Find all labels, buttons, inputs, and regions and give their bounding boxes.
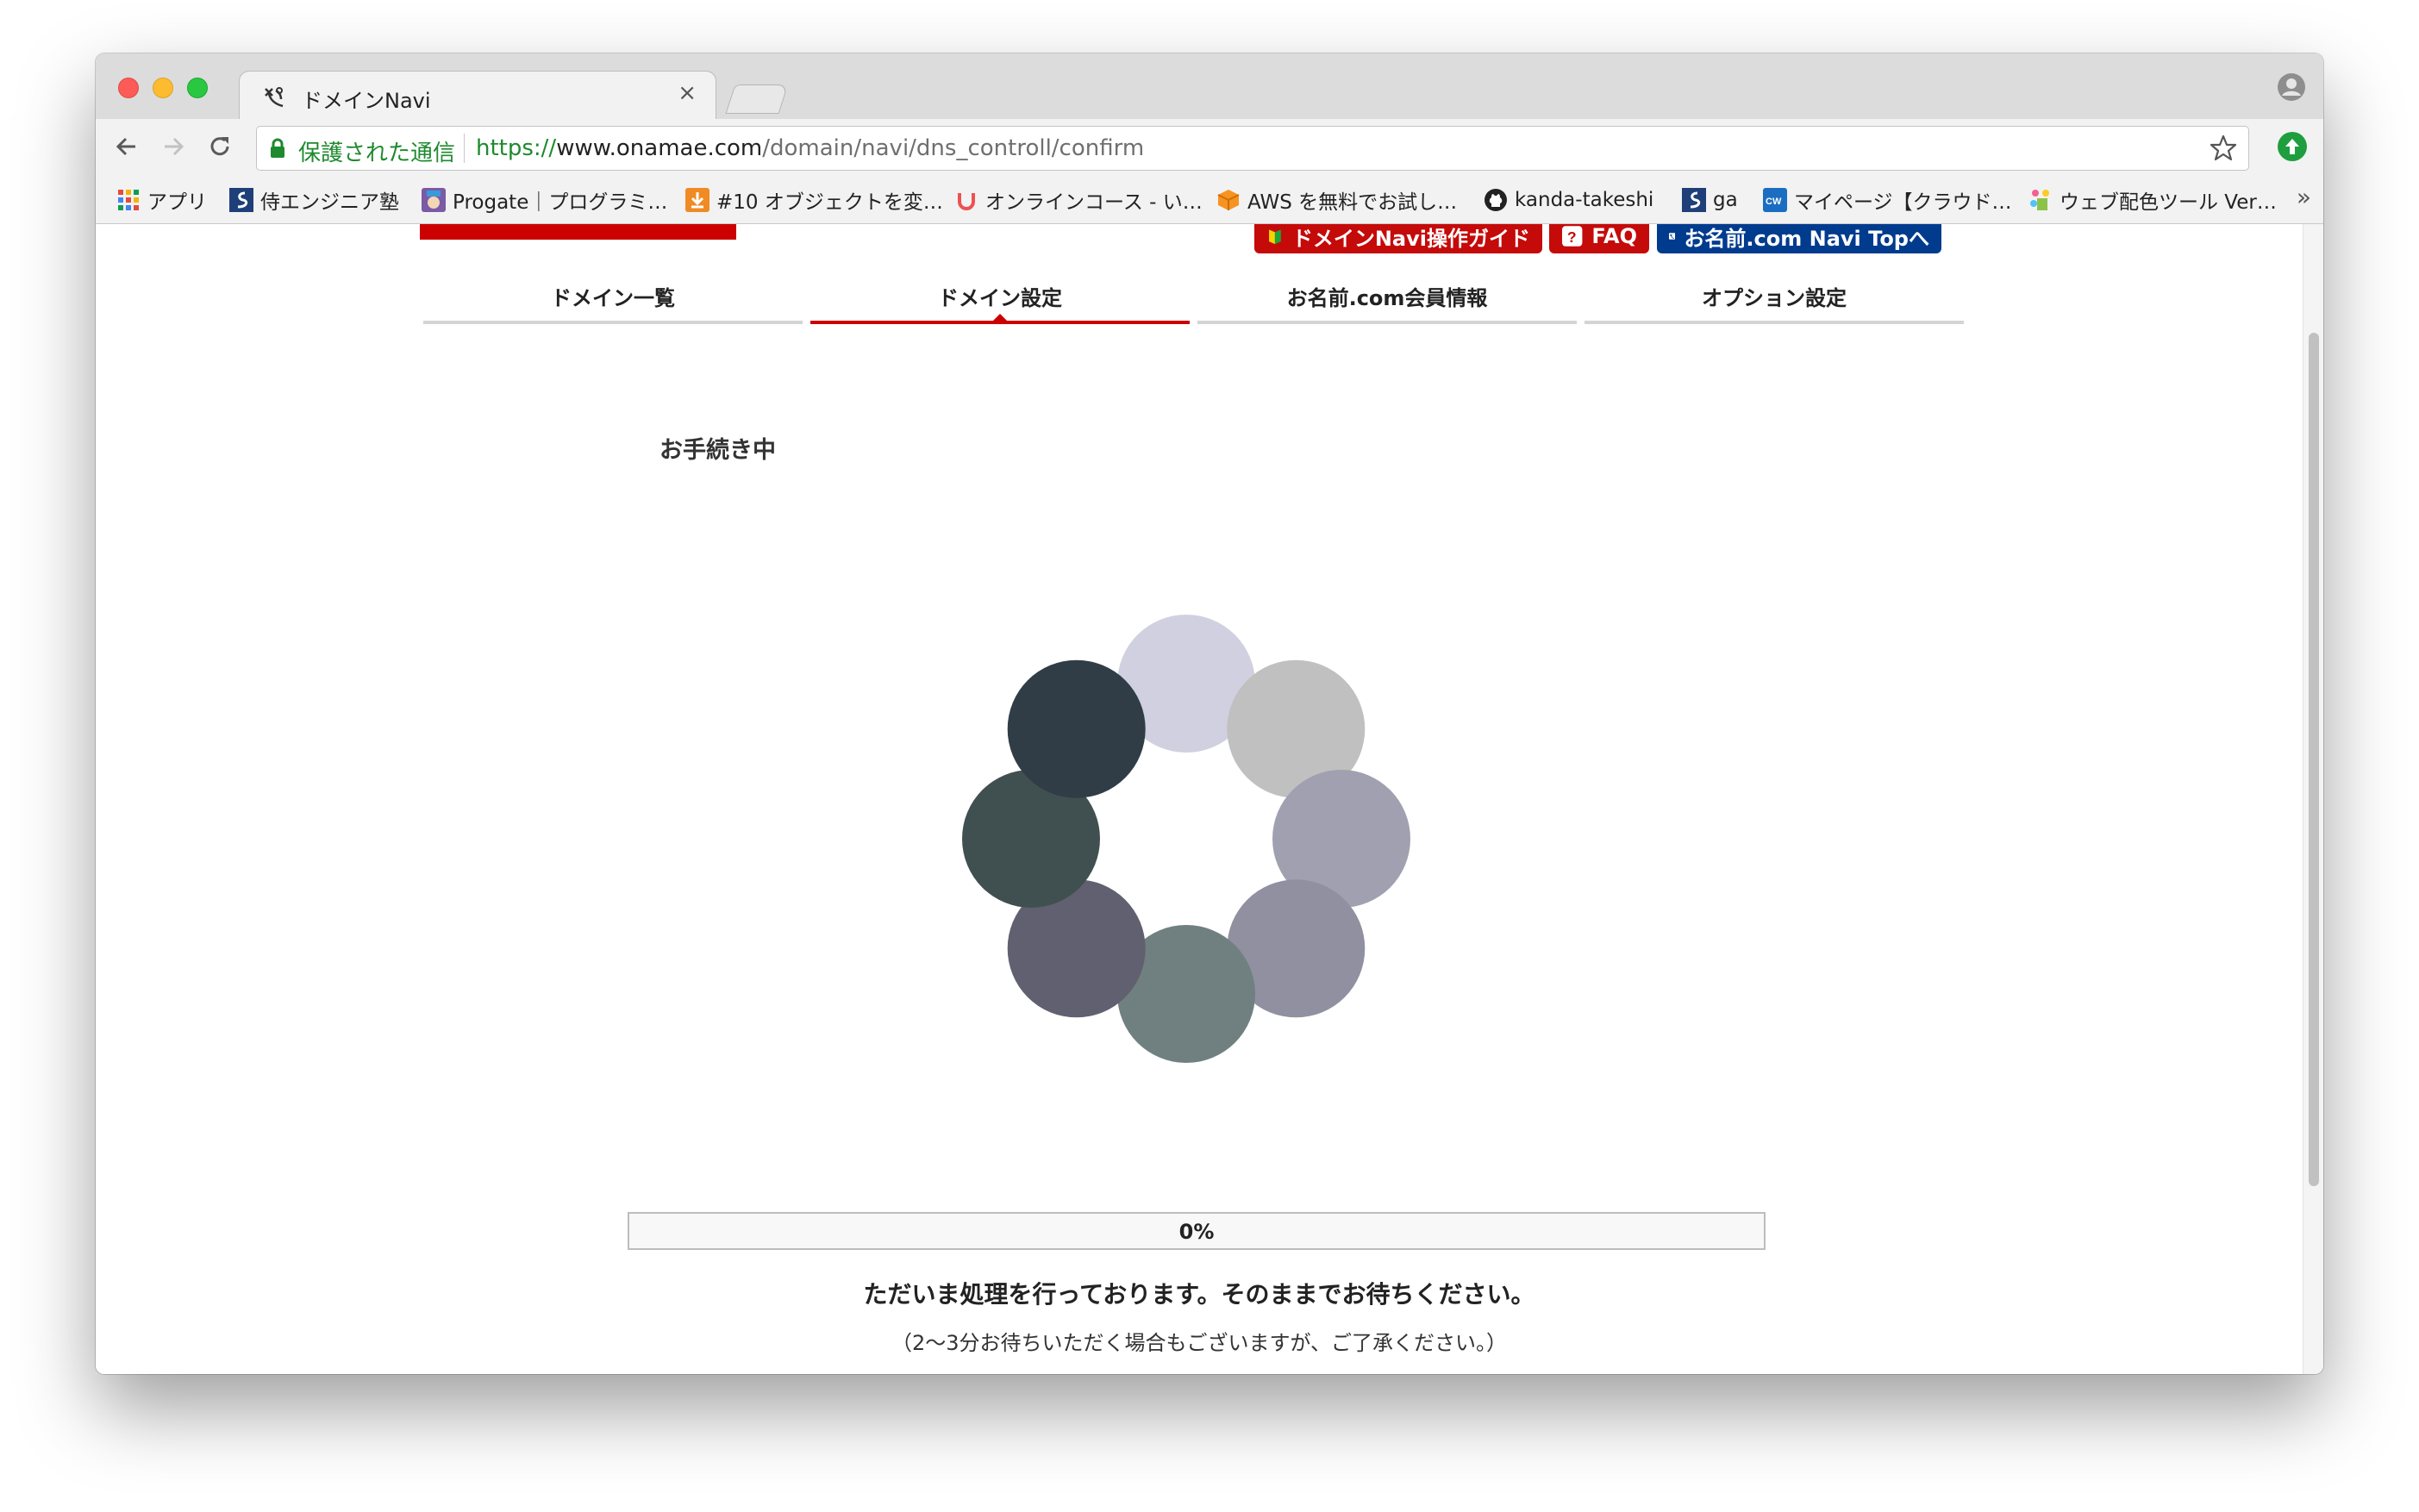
spinner-dot	[1117, 615, 1255, 753]
onamae-favicon-icon	[265, 87, 284, 108]
url-text: https://www.onamae.com/domain/navi/dns_c…	[476, 135, 1145, 161]
spinner-dot	[1272, 770, 1410, 908]
spinner-dot	[962, 770, 1100, 908]
download-icon	[685, 188, 709, 212]
address-bar[interactable]: 保護された通信 https://www.onamae.com/domain/na…	[256, 126, 2249, 171]
window-minimize-button[interactable]	[153, 78, 173, 98]
page-scrollbar[interactable]	[2303, 224, 2323, 1374]
bookmark-aws[interactable]: AWS を無料でお試し…	[1216, 186, 1457, 214]
address-separator	[464, 134, 465, 163]
window-close-button[interactable]	[118, 78, 139, 98]
progress-bar: 0%	[628, 1212, 1766, 1250]
svg-text:CW: CW	[1766, 197, 1782, 207]
bookmark-progate[interactable]: Progate｜プログラミ…	[422, 186, 667, 214]
aws-cube-icon	[1217, 190, 1240, 210]
wait-note: （2〜3分お待ちいただく場合もございますが、ご了承ください。）	[891, 1331, 1508, 1355]
progress-percent-label: 0%	[1178, 1220, 1215, 1244]
tab-title: ドメインNavi	[302, 89, 431, 113]
bookmark-udemy[interactable]: オンラインコース - い…	[954, 186, 1203, 214]
onamae-mascot-icon	[1669, 233, 1676, 240]
bookmark-ga[interactable]: ga	[1682, 186, 1738, 214]
page-content: ドメインNavi操作ガイド ? FAQ お名前.com Navi Topへ ドメ…	[96, 224, 2303, 1374]
spinner-dot	[1227, 879, 1366, 1018]
scrollbar-thumb[interactable]	[2309, 333, 2319, 1186]
tab-member-info[interactable]: お名前.com会員情報	[1197, 281, 1577, 324]
browser-tab[interactable]: ドメインNavi ×	[239, 71, 716, 121]
back-arrow-icon[interactable]	[111, 131, 142, 162]
samurai-icon	[1682, 188, 1706, 212]
bookmark-samurai[interactable]: 侍エンジニア塾	[229, 186, 399, 214]
bookmark-star-icon[interactable]	[2209, 134, 2238, 163]
udemy-icon	[958, 193, 975, 210]
bookmark-crowdworks[interactable]: CW マイページ【クラウド…	[1763, 186, 2012, 214]
github-icon	[1485, 189, 1507, 211]
tab-close-icon[interactable]: ×	[678, 80, 697, 106]
site-logo-bar[interactable]	[420, 224, 736, 240]
guide-button[interactable]: ドメインNavi操作ガイド	[1254, 224, 1542, 253]
bookmark-object-article[interactable]: #10 オブジェクトを変…	[685, 186, 943, 214]
bookmark-color-tool[interactable]: ウェブ配色ツール Ver…	[2028, 186, 2277, 214]
spinner-dot	[1007, 879, 1146, 1018]
bookmark-github[interactable]: kanda-takeshi	[1484, 186, 1653, 214]
spinner-dot	[1007, 659, 1146, 798]
extension-update-icon[interactable]	[2277, 131, 2308, 162]
spinner-dot	[1117, 925, 1255, 1063]
tab-domain-settings[interactable]: ドメイン設定	[810, 281, 1190, 324]
title-bar: ドメインNavi ×	[96, 53, 2323, 121]
processing-message: ただいま処理を行っております。そのままでお待ちください。	[863, 1280, 1535, 1309]
lock-icon	[271, 138, 284, 158]
navi-top-button[interactable]: お名前.com Navi Topへ	[1657, 224, 1941, 253]
new-tab-button[interactable]	[725, 84, 789, 114]
security-status-label: 保護された通信	[298, 141, 456, 166]
page-title: お手続き中	[659, 437, 776, 464]
browser-toolbar: 保護された通信 https://www.onamae.com/domain/na…	[96, 119, 2323, 176]
question-icon: ?	[1561, 226, 1583, 247]
svg-text:?: ?	[1567, 228, 1577, 246]
beginner-mark-icon	[1269, 229, 1281, 245]
apps-grid-icon	[118, 190, 139, 210]
tab-domain-settings-label: ドメイン設定	[938, 286, 1062, 310]
browser-window: ドメインNavi × 保護された通信 https://www.onamae.co…	[96, 53, 2323, 1374]
palette-icon	[2030, 190, 2049, 210]
crowdworks-icon: CW	[1763, 188, 1787, 212]
tab-option-settings[interactable]: オプション設定	[1585, 281, 1964, 324]
active-tab-caret	[993, 314, 1007, 321]
profile-icon[interactable]	[2277, 72, 2306, 102]
loading-spinner	[962, 615, 1410, 1063]
reload-icon[interactable]	[204, 131, 235, 162]
samurai-icon	[229, 188, 253, 212]
bookmarks-overflow-button[interactable]: »	[2297, 183, 2311, 211]
tab-domain-list[interactable]: ドメイン一覧	[423, 281, 803, 324]
bookmark-apps[interactable]: アプリ	[116, 186, 207, 214]
window-maximize-button[interactable]	[187, 78, 208, 98]
progate-icon	[422, 188, 446, 212]
forward-arrow-icon[interactable]	[158, 131, 189, 162]
faq-button[interactable]: ? FAQ	[1549, 224, 1649, 253]
bookmarks-bar: アプリ 侍エンジニア塾 Progate｜プログラミ… #10 オブジェクトを変……	[96, 176, 2323, 224]
spinner-dot	[1227, 659, 1366, 798]
